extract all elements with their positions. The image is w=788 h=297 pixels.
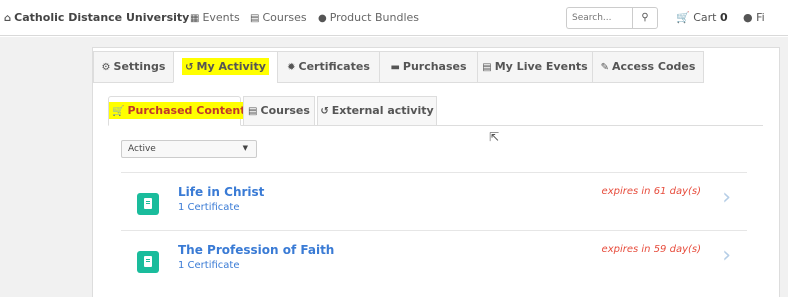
tab-external-activity[interactable]: ↺ External activity [317,96,437,126]
tab-settings[interactable]: ⚙ Settings [93,51,173,83]
item-certificate-count[interactable]: 1 Certificate [178,260,239,271]
item-title[interactable]: Life in Christ [178,185,264,199]
tab-courses-label: Courses [260,104,310,117]
calendar-icon: ▦ [190,13,200,24]
item-certificate-count[interactable]: 1 Certificate [178,202,239,213]
brand-link[interactable]: ⌂ Catholic Distance University [4,11,189,24]
my-activity-highlight: ↺ My Activity [182,58,269,75]
status-filter-value: Active [128,144,156,154]
tab-purchased-content-label: Purchased Content [127,104,246,117]
nav-events-label: Events [202,11,240,24]
tab-settings-label: Settings [113,60,166,73]
list-item[interactable]: The Profession of Faith 1 Certificate ex… [121,230,747,288]
tab-external-activity-label: External activity [331,104,434,117]
top-navbar: ⌂ Catholic Distance University ▦ Events ▤ C… [0,0,788,36]
tab-purchases[interactable]: ▬ Purchases [379,51,477,83]
purchased-content-highlight: 🛒 Purchased Content [109,102,249,119]
list-item[interactable]: Life in Christ 1 Certificate expires in … [121,172,747,230]
tab-courses[interactable]: ▤ Courses [243,96,315,126]
book-icon: ▤ [248,106,258,117]
certificate-icon: ✹ [287,62,296,73]
tab-purchased-content[interactable]: 🛒 Purchased Content [108,96,249,126]
tab-access-codes-label: Access Codes [611,60,696,73]
nav-courses-label: Courses [262,11,307,24]
user-menu[interactable]: ● Fi [743,11,765,24]
tag-icon: ● [318,13,327,24]
nav-product-bundles-label: Product Bundles [329,11,420,24]
tab-purchases-label: Purchases [402,60,467,73]
tab-certificates[interactable]: ✹ Certificates [277,51,379,83]
tab-certificates-label: Certificates [298,60,370,73]
home-icon: ⌂ [4,13,12,24]
live-events-icon: ▤ [482,62,492,73]
gear-icon: ⚙ [101,62,111,73]
tab-my-activity-label: My Activity [196,60,266,73]
user-label: Fi [756,11,765,24]
credit-card-icon: ▬ [390,62,400,73]
user-icon: ● [743,11,753,24]
status-filter-select[interactable]: Active ▼ [121,140,257,158]
search-input[interactable] [566,7,632,29]
search-button[interactable]: ⚲ [632,7,658,29]
item-expiry: expires in 61 day(s) [601,186,701,197]
chevron-right-icon[interactable]: › [722,245,731,267]
book-icon [137,251,159,273]
history-icon: ↺ [185,62,194,73]
tab-access-codes[interactable]: ✎ Access Codes [592,51,704,83]
book-icon [137,193,159,215]
nav-product-bundles-link[interactable]: ● Product Bundles [318,11,419,24]
search-icon: ⚲ [641,12,649,23]
chevron-right-icon[interactable]: › [722,187,731,209]
cart-link[interactable]: 🛒 Cart 0 [676,11,728,24]
book-icon: ▤ [250,13,260,24]
edit-icon: ✎ [600,62,609,73]
cart-label: Cart [693,11,717,24]
nav-events-link[interactable]: ▦ Events [190,11,240,24]
nav-courses-link[interactable]: ▤ Courses [250,11,307,24]
mouse-pointer-icon: ⇱ [489,130,500,144]
tab-my-activity[interactable]: ↺ My Activity [173,51,277,83]
purchased-content-list: Life in Christ 1 Certificate expires in … [121,172,747,288]
item-title[interactable]: The Profession of Faith [178,243,334,257]
brand-label: Catholic Distance University [14,11,190,24]
item-expiry: expires in 59 day(s) [601,244,701,255]
cart-icon: 🛒 [676,11,690,24]
cart-icon: 🛒 [112,106,125,117]
history-icon: ↺ [320,106,329,117]
tab-my-live-events[interactable]: ▤ My Live Events [477,51,592,83]
caret-down-icon: ▼ [242,144,248,152]
cart-count: 0 [719,11,728,24]
tab-my-live-events-label: My Live Events [494,60,588,73]
